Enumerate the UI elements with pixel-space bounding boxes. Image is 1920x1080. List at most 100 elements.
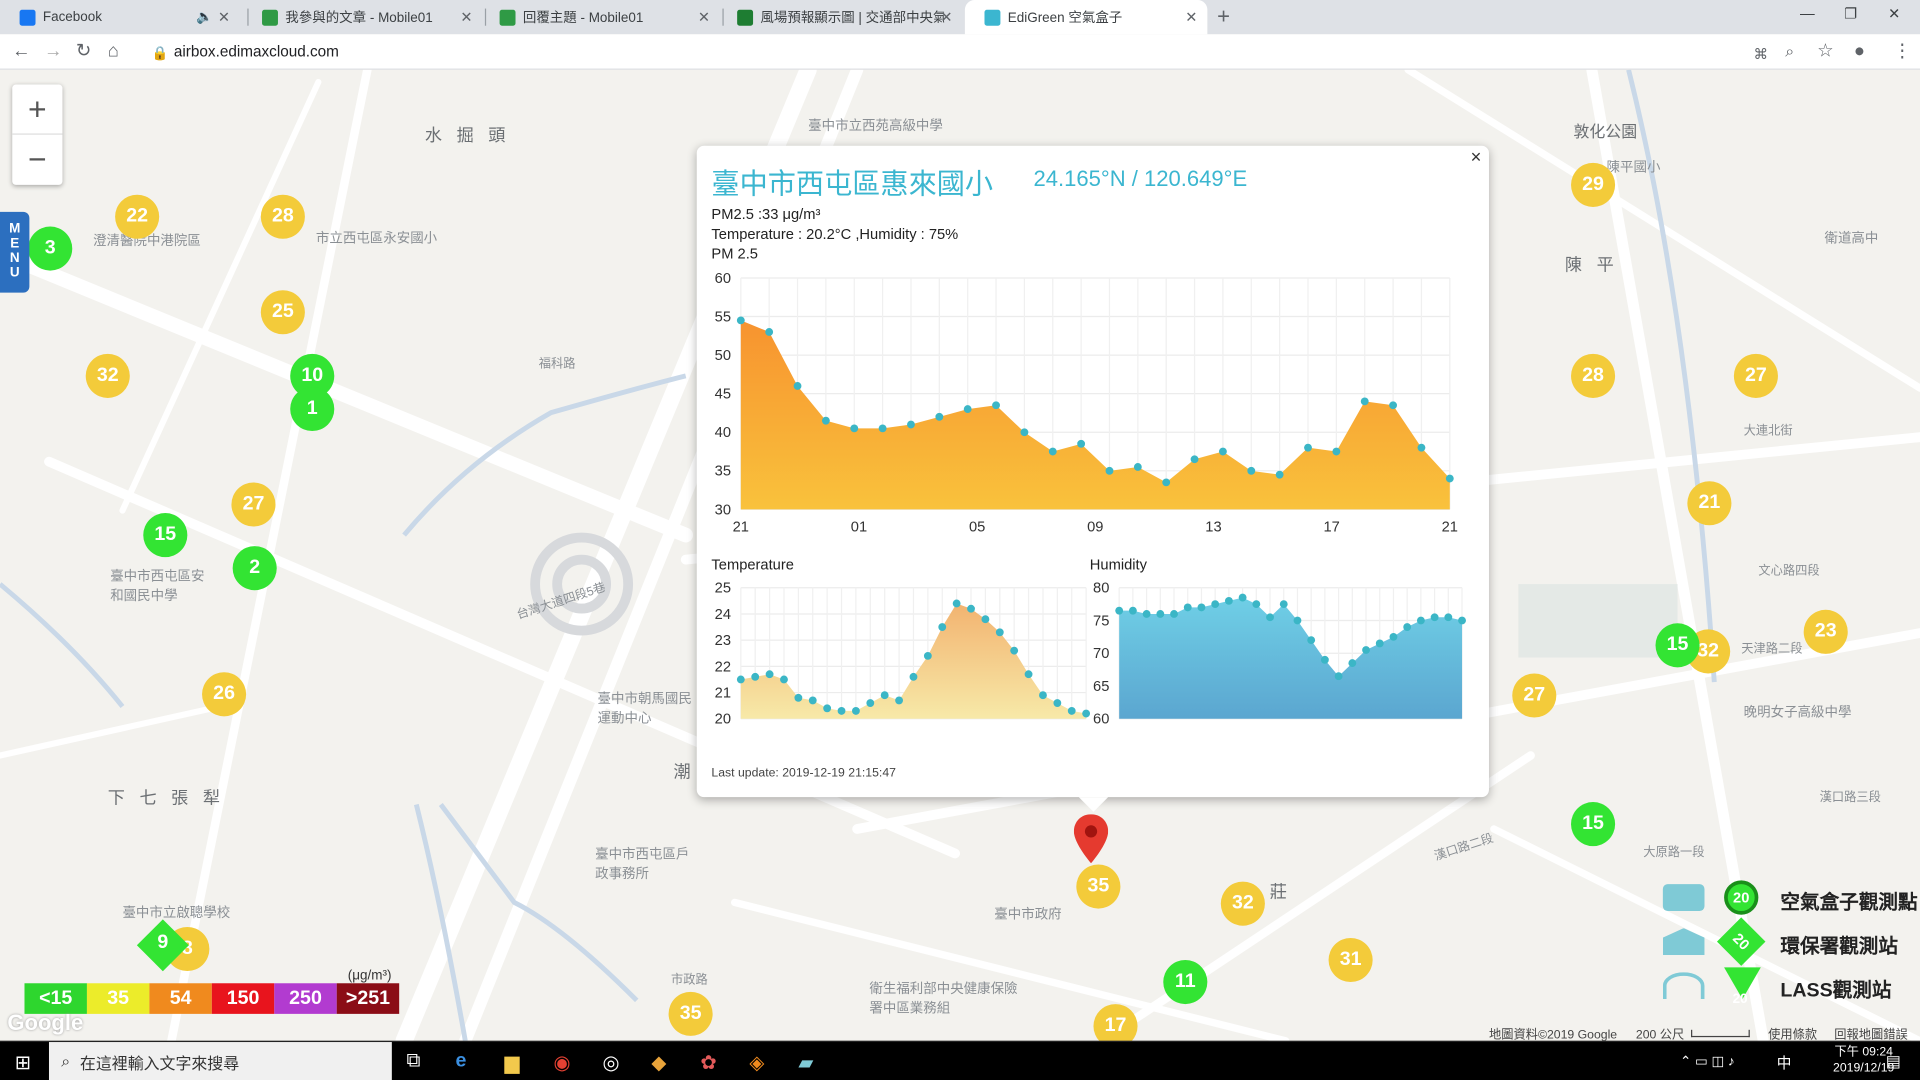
task-view-icon[interactable]: ⧉ (407, 1051, 421, 1073)
data-point (995, 628, 1004, 637)
map-label: 市政路 (671, 973, 708, 987)
data-point (909, 672, 918, 681)
app-icon[interactable]: ▰ (798, 1051, 813, 1075)
tab-edigreen[interactable]: EdiGreen 空氣盒子 ✕ (964, 0, 1208, 35)
tray-icons[interactable]: ⌃ ▭ ◫ ♪ (1680, 1053, 1735, 1069)
y-tick-label: 80 (1093, 581, 1109, 597)
air-quality-marker[interactable]: 22 (115, 194, 160, 239)
air-quality-marker[interactable]: 1 (290, 386, 335, 432)
profile-icon[interactable]: ● (1854, 41, 1865, 62)
data-point (1304, 443, 1312, 452)
app-icon[interactable]: ◈ (749, 1051, 764, 1075)
temp-chart-heading: Temperature (711, 555, 794, 574)
menu-button[interactable]: MENU (0, 211, 30, 293)
forward-icon[interactable]: → (44, 41, 62, 62)
terms-link[interactable]: 使用條款 (1768, 1024, 1817, 1041)
tab-mobile01-reply[interactable]: 回覆主題 - Mobile01 ✕ (480, 0, 720, 34)
address-bar[interactable]: airbox.edimaxcloud.com (174, 43, 339, 60)
minimize-button[interactable]: — (1800, 5, 1815, 22)
map-label: 晚明女子高級中學 (1743, 705, 1852, 721)
map-label: 天津路二段 (1741, 642, 1803, 657)
close-icon[interactable]: ✕ (1185, 9, 1197, 26)
air-quality-marker[interactable]: 32 (1220, 881, 1265, 926)
airbox-legend-badge: 20 (1724, 880, 1759, 915)
legend-lass: 20 LASS觀測站 (1658, 967, 1920, 1006)
reload-icon[interactable]: ↻ (76, 41, 91, 62)
map-label: 水 掘 頭 (424, 124, 511, 145)
map-label: 莊 (1269, 881, 1292, 902)
legend-label: LASS觀測站 (1780, 980, 1892, 1002)
air-quality-marker[interactable]: 3 (28, 226, 73, 271)
tab-weather[interactable]: 風場預報顯示圖 | 交通部中央氣象 ✕ (718, 0, 963, 34)
y-tick-label: 35 (715, 464, 731, 480)
maximize-button[interactable]: ❐ (1844, 5, 1857, 22)
map-label: 臺中市西屯區安和國民中學 (110, 569, 205, 604)
map-label: 臺中市朝馬國民運動中心 (597, 691, 692, 727)
data-point (1077, 439, 1086, 448)
tab-facebook[interactable]: Facebook 🔈 ✕ (0, 0, 240, 34)
air-quality-marker[interactable]: 27 (1733, 353, 1778, 398)
air-quality-marker[interactable]: 35 (1076, 864, 1121, 909)
data-point (1238, 593, 1247, 602)
air-quality-marker[interactable]: 28 (260, 194, 305, 239)
windows-start-icon[interactable]: ⊞ (15, 1051, 31, 1075)
station-info-popup: 臺中市西屯區惠來國小 24.165°N / 120.649°E × PM2.5 … (696, 145, 1489, 812)
air-quality-marker[interactable]: 27 (231, 482, 276, 527)
data-point (907, 420, 915, 429)
map-scale-bar[interactable]: 200 公尺 (1636, 1024, 1684, 1041)
air-quality-marker[interactable]: 27 (1512, 673, 1557, 718)
close-window-button[interactable]: ✕ (1888, 5, 1900, 22)
air-quality-marker[interactable]: 35 (668, 991, 713, 1036)
y-tick-label: 23 (715, 633, 731, 649)
air-quality-marker[interactable]: 23 (1803, 609, 1848, 654)
popup-close-button[interactable]: × (1471, 147, 1482, 168)
close-icon[interactable]: ✕ (940, 9, 952, 26)
close-icon[interactable]: ✕ (698, 9, 710, 26)
air-quality-marker[interactable]: 25 (260, 290, 305, 335)
data-point (967, 604, 975, 613)
air-quality-marker[interactable]: 11 (1163, 960, 1208, 1005)
close-icon[interactable]: ✕ (460, 9, 472, 26)
zoom-in-button[interactable]: + (12, 84, 63, 135)
close-icon[interactable]: ✕ (218, 9, 230, 26)
air-quality-marker[interactable]: 31 (1328, 937, 1373, 983)
x-tick-label: 13 (1205, 519, 1221, 535)
air-quality-marker[interactable]: 28 (1571, 353, 1616, 398)
back-icon[interactable]: ← (12, 41, 30, 62)
home-icon[interactable]: ⌂ (108, 41, 119, 62)
data-point (935, 412, 944, 421)
air-quality-marker[interactable]: 17 (1093, 1004, 1138, 1041)
tab-mobile01-posts[interactable]: 我參與的文章 - Mobile01 ✕ (242, 0, 482, 34)
air-quality-marker[interactable]: 26 (202, 672, 247, 717)
chrome-icon[interactable]: ◉ (553, 1051, 570, 1075)
app-icon[interactable]: ✿ (700, 1051, 716, 1075)
file-explorer-icon[interactable]: ▆ (504, 1051, 519, 1075)
notification-icon[interactable]: ▤ (1886, 1052, 1901, 1072)
data-point (736, 316, 745, 325)
location-pin-icon[interactable] (1073, 814, 1109, 864)
air-quality-marker[interactable]: 29 (1571, 162, 1616, 207)
menu-dots-icon[interactable]: ⋮ (1893, 41, 1911, 62)
lass-legend-badge: 20 (1724, 967, 1761, 1006)
zoom-out-button[interactable]: − (12, 135, 62, 185)
air-quality-marker[interactable]: 15 (143, 513, 188, 558)
new-tab-button[interactable]: + (1217, 4, 1230, 30)
taskbar-search-box[interactable]: ⌕ 在這裡輸入文字來搜尋 (48, 1042, 392, 1080)
data-point (736, 675, 745, 684)
air-quality-marker[interactable]: 21 (1687, 481, 1732, 526)
app-icon[interactable]: ◆ (651, 1051, 666, 1075)
data-point (1275, 470, 1284, 479)
bookmark-star-icon[interactable]: ☆ (1817, 41, 1833, 62)
app-icon[interactable]: ◎ (602, 1051, 619, 1075)
translate-icon[interactable]: ⌘ (1753, 44, 1768, 64)
edge-icon[interactable]: e (456, 1051, 467, 1073)
air-quality-marker[interactable]: 15 (1571, 802, 1616, 847)
air-quality-marker[interactable]: 2 (232, 546, 277, 591)
zoom-icon[interactable]: ⌕ (1785, 42, 1794, 62)
air-quality-marker[interactable]: 15 (1655, 623, 1700, 668)
air-quality-marker[interactable]: 32 (85, 353, 130, 398)
ime-indicator[interactable]: 中 (1777, 1052, 1792, 1073)
data-point (938, 623, 947, 631)
map-label: 衛生福利部中央健康保險署中區業務組 (869, 982, 1018, 1017)
report-error-link[interactable]: 回報地圖錯誤 (1834, 1024, 1907, 1041)
